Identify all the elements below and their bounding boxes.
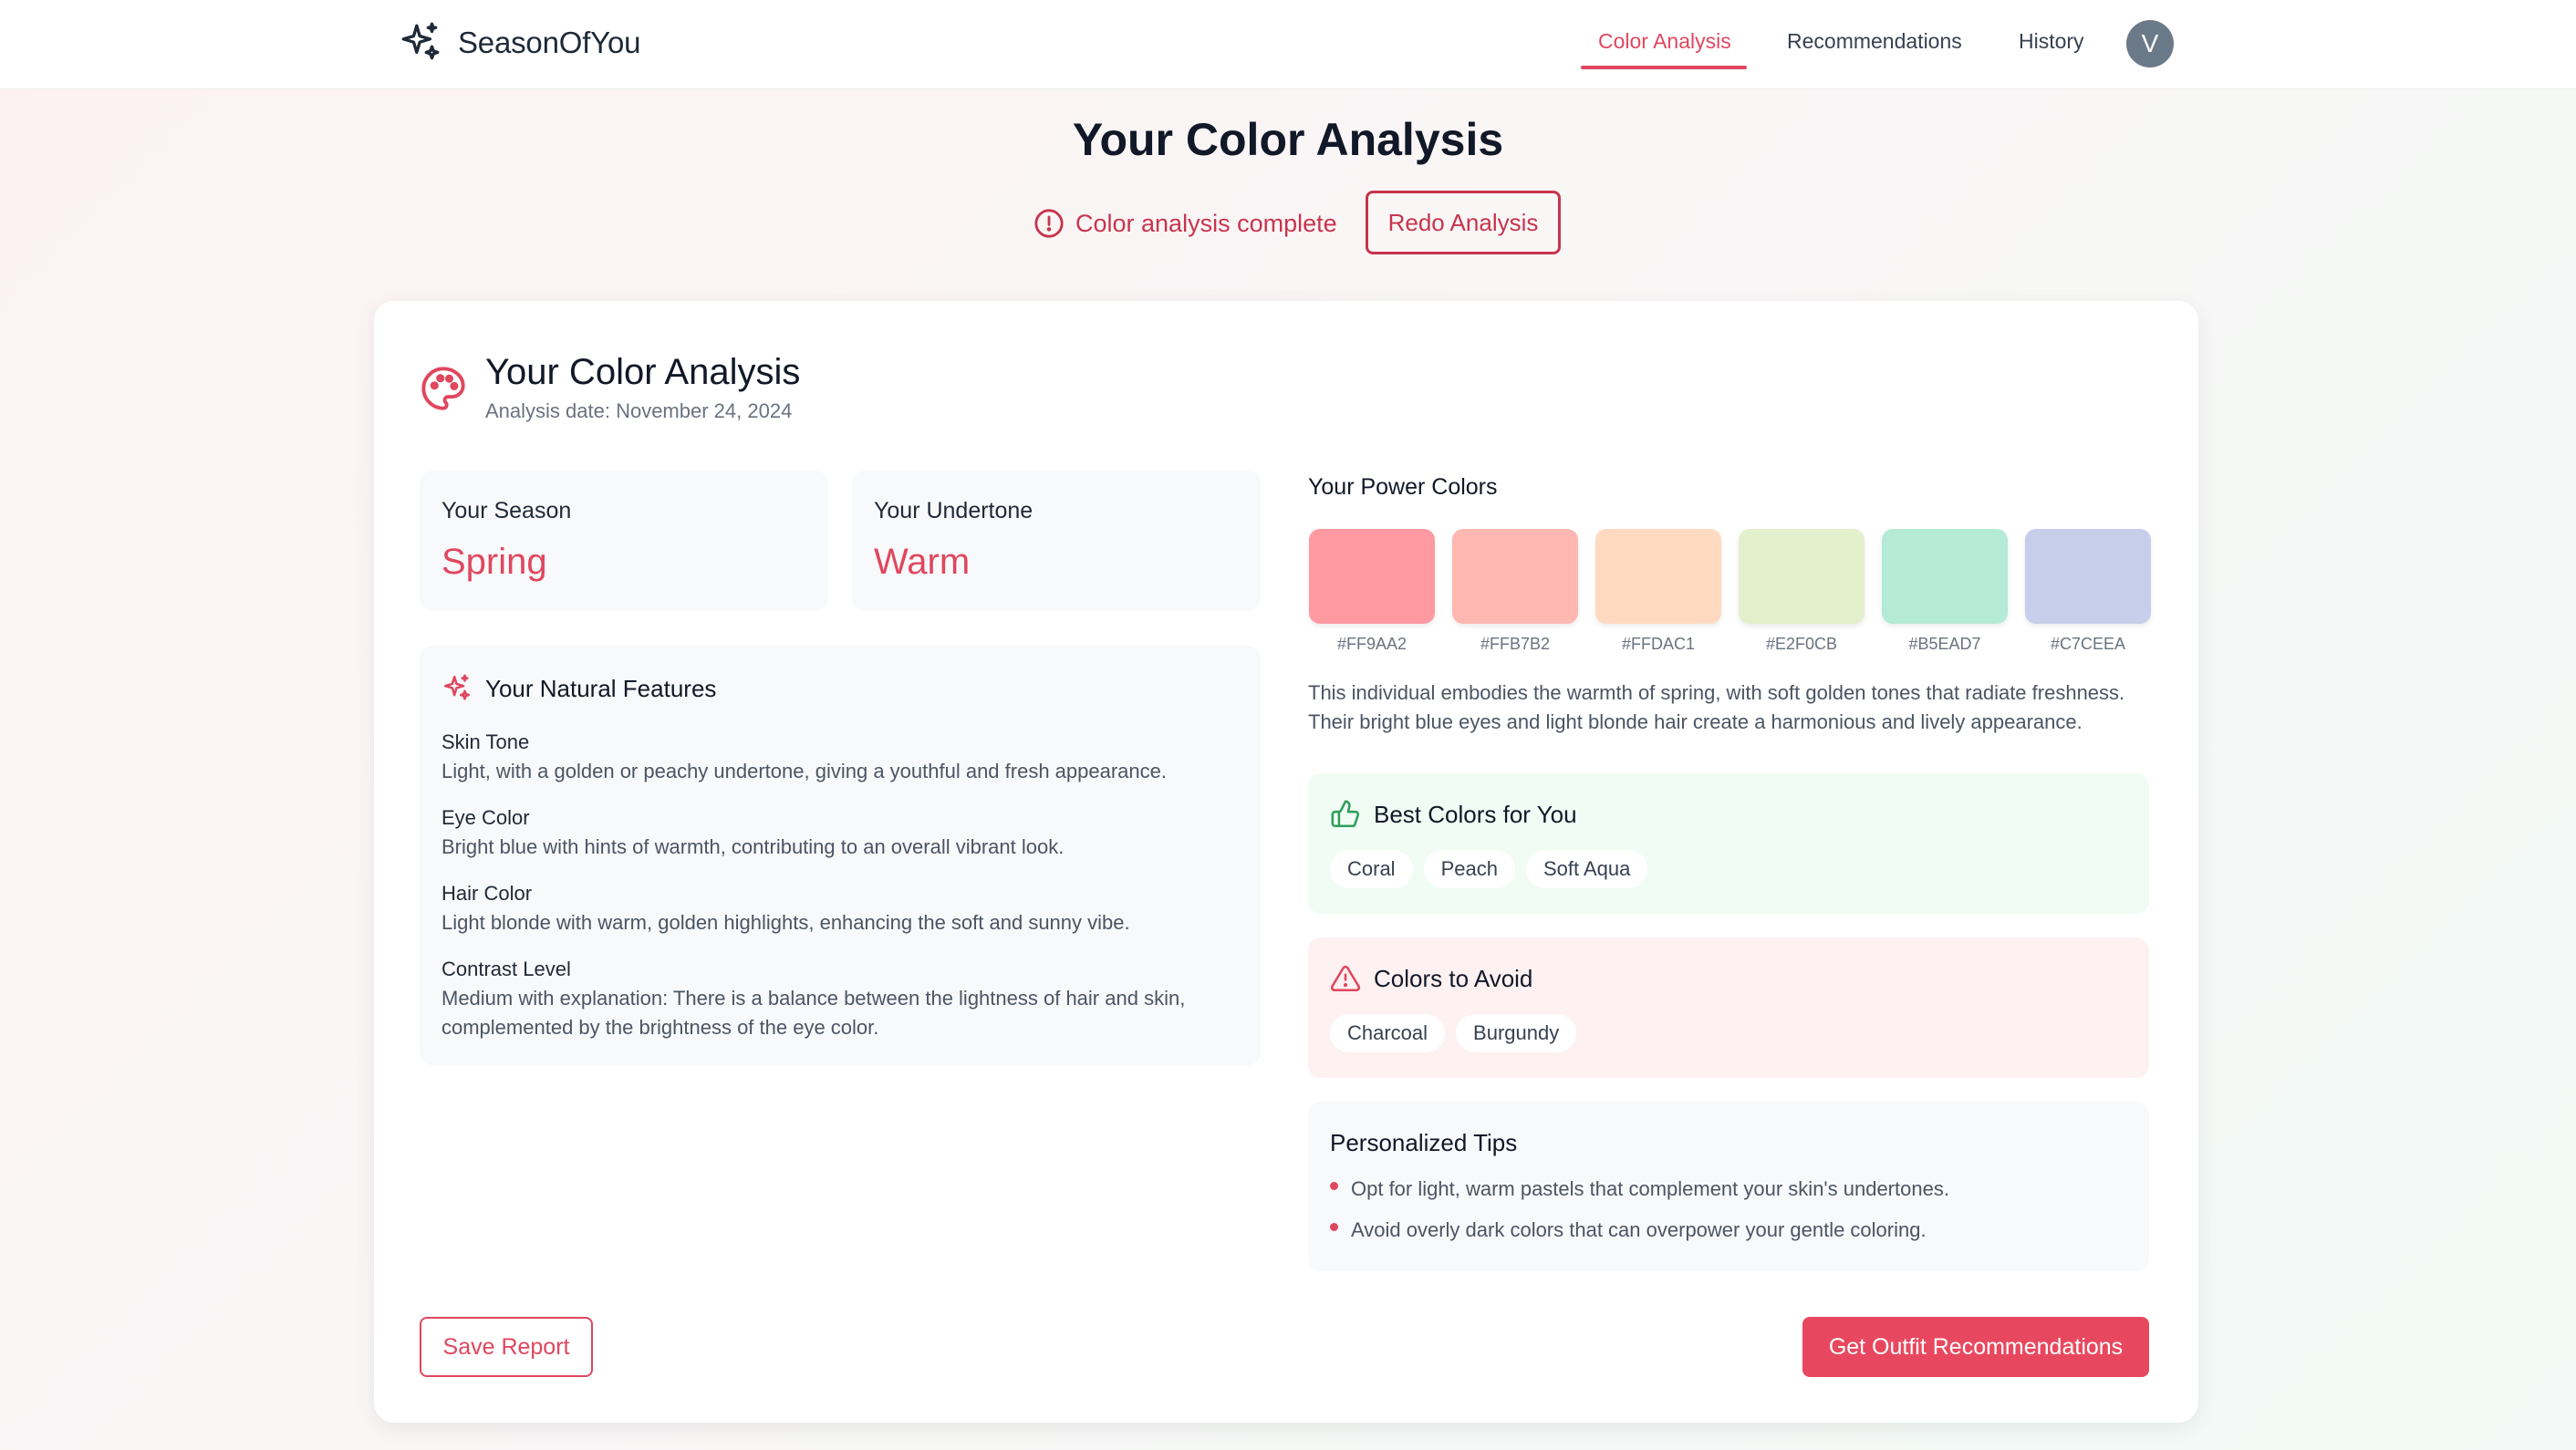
feature-desc: Medium with explanation: There is a bala… [441,987,1186,1039]
alert-circle-icon [1034,209,1064,238]
sparkles-icon [401,22,440,60]
color-chip: Peach [1423,850,1515,888]
power-colors-title: Your Power Colors [1308,474,1498,500]
tip-item: Opt for light, warm pastels that complem… [1330,1175,1949,1204]
analysis-card: Your Color Analysis Analysis date: Novem… [374,301,2198,1423]
season-label: Your Season [441,498,572,523]
avoid-colors-panel: Colors to Avoid Charcoal Burgundy [1308,937,2149,1078]
color-chip: Charcoal [1330,1014,1446,1052]
feature-name: Contrast Level [441,958,571,980]
best-colors-header: Best Colors for You [1330,799,1577,830]
personalized-tips-panel: Personalized Tips Opt for light, warm pa… [1308,1102,2149,1271]
feature-desc: Light blonde with warm, golden highlight… [441,911,1130,934]
undertone-value: Warm [874,542,971,582]
swatch-hex: #C7CEEA [2050,635,2126,653]
natural-features-panel: Your Natural Features Skin Tone Light, w… [420,646,1261,1065]
feature-desc: Light, with a golden or peachy undertone… [441,760,1167,782]
redo-analysis-button[interactable]: Redo Analysis [1366,191,1561,254]
feature-name: Hair Color [441,882,533,905]
color-swatch[interactable] [1882,529,2008,624]
color-swatch[interactable] [2025,529,2151,624]
feature-name: Eye Color [441,806,530,829]
feature-item: Skin Tone Light, with a golden or peachy… [441,728,1226,786]
best-colors-title: Best Colors for You [1374,800,1577,828]
feature-item: Contrast Level Medium with explanation: … [441,955,1226,1042]
tips-header: Personalized Tips [1330,1129,1517,1157]
palette-icon [421,367,465,410]
avoid-colors-header: Colors to Avoid [1330,963,1532,994]
color-swatch[interactable] [1452,529,1578,624]
avoid-colors-title: Colors to Avoid [1374,964,1533,992]
swatch-hex: #B5EAD7 [1908,635,1981,653]
feature-item: Hair Color Light blonde with warm, golde… [441,879,1226,937]
brand[interactable]: SeasonOfYou [398,20,640,66]
swatch-hex: #FFB7B2 [1480,635,1551,653]
swatch-hex: #FF9AA2 [1336,635,1407,653]
color-chip: Soft Aqua [1525,850,1648,888]
color-chip: Coral [1330,850,1413,888]
swatch-hex: #FFDAC1 [1621,635,1695,653]
color-swatch[interactable] [1739,529,1864,624]
season-description: This individual embodies the warmth of s… [1308,681,2125,733]
save-report-button[interactable]: Save Report [420,1317,593,1377]
feature-item: Eye Color Bright blue with hints of warm… [441,803,1226,862]
user-avatar[interactable]: V [2126,20,2174,67]
best-colors-chips: Coral Peach Soft Aqua [1330,850,1648,888]
undertone-tile: Your Undertone Warm [852,471,1261,611]
best-colors-panel: Best Colors for You Coral Peach Soft Aqu… [1308,773,2149,914]
color-chip: Burgundy [1456,1014,1577,1052]
warning-triangle-icon [1330,965,1361,992]
avoid-colors-chips: Charcoal Burgundy [1330,1014,1577,1052]
tip-item: Avoid overly dark colors that can overpo… [1330,1216,1949,1245]
thumbs-up-icon [1331,800,1360,828]
tips-list: Opt for light, warm pastels that complem… [1330,1175,1949,1257]
top-nav: SeasonOfYou Color Analysis Recommendatio… [0,0,2576,89]
card-title: Your Color Analysis [485,352,801,392]
get-outfit-recommendations-button[interactable]: Get Outfit Recommendations [1802,1317,2149,1377]
tips-title: Personalized Tips [1330,1129,1518,1156]
feature-name: Skin Tone [441,730,530,753]
sparkles-icon [443,674,471,700]
active-tab-indicator [1581,66,1747,69]
swatch-hex: #E2F0CB [1765,635,1838,653]
nav-link-color-analysis[interactable]: Color Analysis [1598,29,1731,54]
analysis-date: Analysis date: November 24, 2024 [485,399,793,422]
season-value: Spring [441,542,547,582]
feature-desc: Bright blue with hints of warmth, contri… [441,835,1065,858]
undertone-label: Your Undertone [874,498,1034,523]
brand-name: SeasonOfYou [458,26,641,59]
color-swatch[interactable] [1309,529,1435,624]
features-title: Your Natural Features [485,674,717,702]
color-swatch[interactable] [1595,529,1721,624]
features-header: Your Natural Features [441,673,716,704]
page-title: Your Color Analysis [1072,114,1504,165]
nav-link-history[interactable]: History [2019,29,2084,54]
status-text: Color analysis complete [1075,209,1337,237]
season-tile: Your Season Spring [420,471,828,611]
nav-link-recommendations[interactable]: Recommendations [1787,29,1962,54]
analysis-status: Color analysis complete [1034,208,1337,239]
